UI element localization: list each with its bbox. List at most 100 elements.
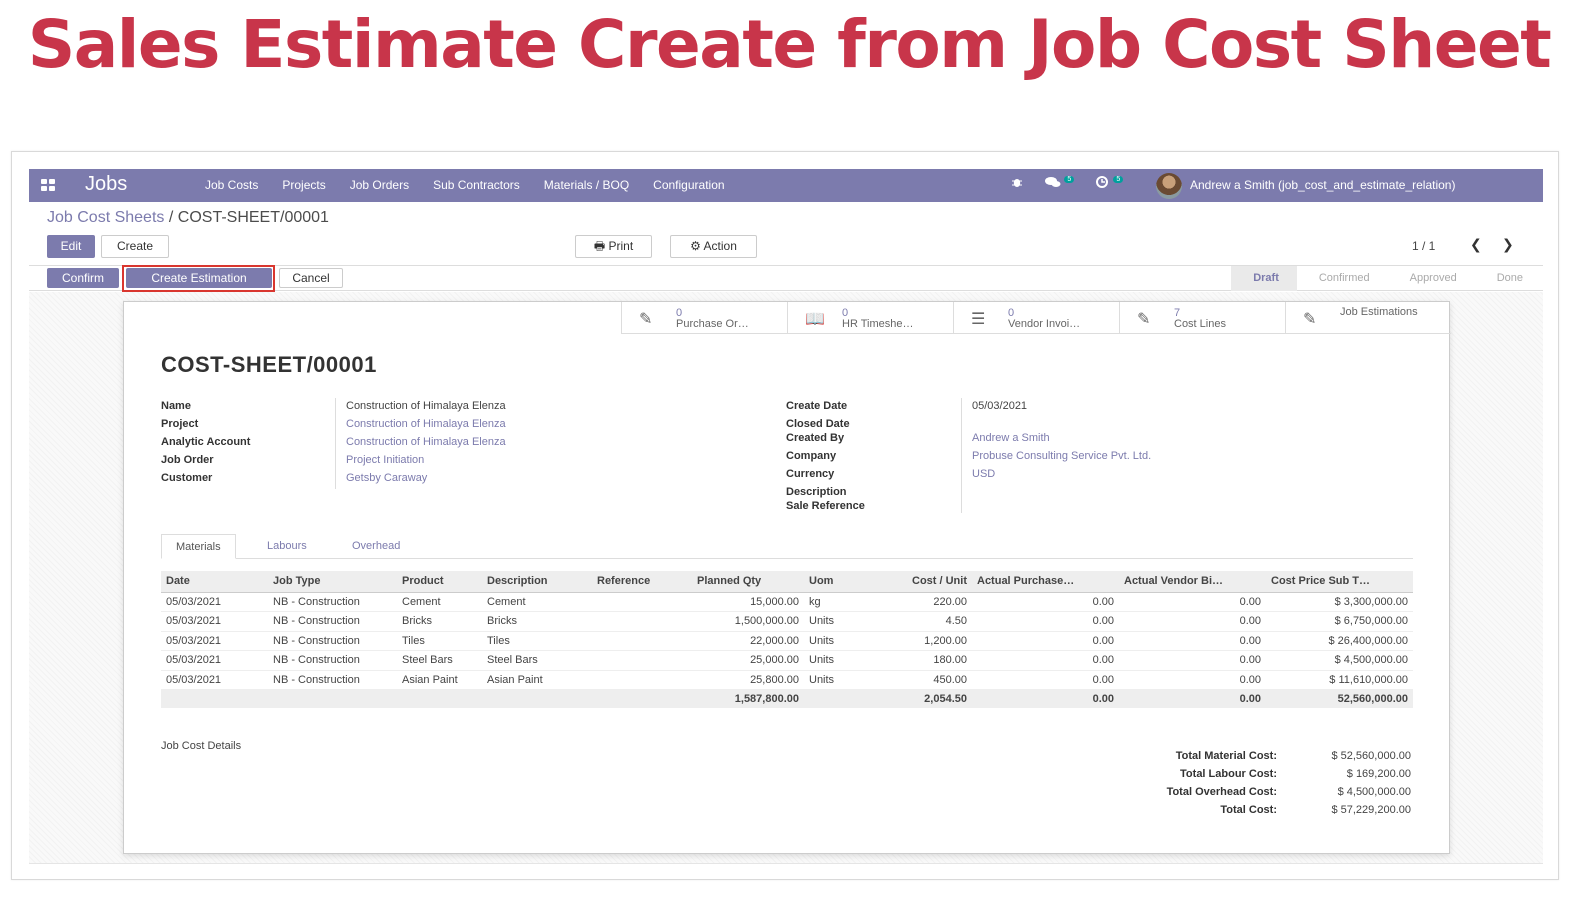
field-label-customer: Customer [161, 472, 213, 484]
smart-button-purchase-orders[interactable]: ✎ 0 Purchase Or… [621, 302, 787, 334]
menu-projects[interactable]: Projects [282, 178, 325, 192]
cell-product: Tiles [397, 631, 482, 651]
field-currency[interactable]: USD [972, 468, 995, 480]
apps-menu-icon[interactable] [41, 178, 55, 192]
field-label-project: Project [161, 418, 199, 430]
stage-done[interactable]: Done [1475, 266, 1541, 291]
smart-button-cost-lines[interactable]: ✎ 7 Cost Lines [1119, 302, 1285, 334]
column-header[interactable]: Actual Purchase… [972, 571, 1119, 593]
stage-draft[interactable]: Draft [1231, 266, 1297, 291]
menu-job-costs[interactable]: Job Costs [205, 178, 258, 192]
cell-date: 05/03/2021 [161, 670, 268, 690]
smart-label: Vendor Invoi… [1008, 318, 1081, 330]
field-analytic-account[interactable]: Construction of Himalaya Elenza [346, 436, 506, 448]
field-created-by[interactable]: Andrew a Smith [972, 432, 1050, 444]
cell-description: Asian Paint [482, 670, 592, 690]
user-name[interactable]: Andrew a Smith (job_cost_and_estimate_re… [1190, 178, 1455, 192]
form-sheet: ✎ 0 Purchase Or… 📖 0 HR Timeshe… ☰ 0 Ven… [123, 301, 1451, 854]
column-header[interactable]: Uom [804, 571, 864, 593]
column-header[interactable]: Cost Price Sub T… [1266, 571, 1413, 593]
confirm-button[interactable]: Confirm [47, 268, 119, 288]
bug-icon[interactable] [1011, 176, 1023, 191]
table-row[interactable]: 05/03/2021 NB - Construction Tiles Tiles… [161, 631, 1413, 651]
cell-job-type: NB - Construction [268, 611, 397, 632]
column-header[interactable]: Cost / Unit [864, 571, 972, 593]
cell-date: 05/03/2021 [161, 650, 268, 671]
field-label-description: Description [786, 486, 847, 498]
main-menu: Job Costs Projects Job Orders Sub Contra… [205, 178, 749, 192]
cell-planned-qty: 25,800.00 [692, 670, 804, 690]
field-job-order[interactable]: Project Initiation [346, 454, 424, 466]
cell-subtotal: $ 26,400,000.00 [1266, 631, 1413, 651]
field-label-analytic-account: Analytic Account [161, 436, 251, 448]
field-label-create-date: Create Date [786, 400, 848, 412]
table-row[interactable]: 05/03/2021 NB - Construction Steel Bars … [161, 650, 1413, 671]
menu-materials-boq[interactable]: Materials / BOQ [544, 178, 629, 192]
cell-subtotal: $ 4,500,000.00 [1266, 650, 1413, 671]
record-title: COST-SHEET/00001 [161, 352, 377, 377]
column-header[interactable]: Date [161, 571, 268, 593]
tab-overhead[interactable]: Overhead [338, 534, 414, 559]
total-overhead-cost-label: Total Overhead Cost: [1166, 786, 1277, 798]
chevron-left-icon[interactable]: ❮ [1470, 236, 1482, 253]
cell-actual-purchase: 0.00 [972, 670, 1119, 690]
menu-configuration[interactable]: Configuration [653, 178, 724, 192]
activity-count-badge: 5 [1113, 176, 1124, 183]
chat-icon[interactable]: 5 [1045, 176, 1075, 191]
field-label-company: Company [786, 450, 837, 462]
stage-confirmed[interactable]: Confirmed [1297, 266, 1388, 291]
table-row[interactable]: 05/03/2021 NB - Construction Cement Ceme… [161, 592, 1413, 612]
list-icon: ☰ [971, 311, 986, 328]
create-button[interactable]: Create [101, 235, 169, 258]
table-header-row: Date Job Type Product Description Refere… [161, 571, 1413, 593]
field-company[interactable]: Probuse Consulting Service Pvt. Ltd. [972, 450, 1151, 462]
menu-sub-contractors[interactable]: Sub Contractors [433, 178, 520, 192]
total-cell [161, 689, 268, 708]
field-name: Construction of Himalaya Elenza [346, 400, 506, 412]
column-header[interactable]: Description [482, 571, 592, 593]
column-header[interactable]: Planned Qty [692, 571, 804, 593]
field-project[interactable]: Construction of Himalaya Elenza [346, 418, 506, 430]
breadcrumb-parent[interactable]: Job Cost Sheets [47, 209, 164, 226]
cell-subtotal: $ 6,750,000.00 [1266, 611, 1413, 632]
cell-actual-purchase: 0.00 [972, 631, 1119, 651]
print-icon: 🖶 [593, 239, 606, 253]
gear-icon: ⚙ [690, 239, 701, 253]
chevron-right-icon[interactable]: ❯ [1502, 236, 1514, 253]
column-header[interactable]: Product [397, 571, 482, 593]
cell-uom: kg [804, 592, 864, 612]
column-header[interactable]: Reference [592, 571, 692, 593]
edit-button[interactable]: Edit [47, 235, 95, 258]
activity-icon[interactable]: 5 [1096, 176, 1124, 191]
top-navbar: Jobs Job Costs Projects Job Orders Sub C… [29, 169, 1543, 202]
cell-actual-purchase: 0.00 [972, 611, 1119, 632]
smart-button-hr-timesheets[interactable]: 📖 0 HR Timeshe… [787, 302, 953, 334]
job-cost-details-label: Job Cost Details [161, 740, 242, 752]
cell-product: Asian Paint [397, 670, 482, 690]
print-button[interactable]: 🖶 Print [575, 235, 652, 258]
total-cell [592, 689, 692, 708]
tab-labours[interactable]: Labours [253, 534, 321, 559]
edit-icon: ✎ [1137, 311, 1151, 328]
cell-reference [592, 631, 692, 651]
cell-uom: Units [804, 670, 864, 690]
tab-materials[interactable]: Materials [161, 534, 236, 559]
action-button[interactable]: ⚙ Action [670, 235, 757, 258]
app-name[interactable]: Jobs [85, 173, 127, 196]
stage-approved[interactable]: Approved [1388, 266, 1475, 291]
total-material-cost-label: Total Material Cost: [1175, 750, 1277, 762]
breadcrumb-separator: / [168, 209, 174, 226]
field-customer[interactable]: Getsby Caraway [346, 472, 427, 484]
user-avatar[interactable] [1156, 173, 1182, 199]
column-header[interactable]: Actual Vendor Bi… [1119, 571, 1266, 593]
breadcrumb-current: COST-SHEET/00001 [177, 209, 329, 226]
smart-button-job-estimations[interactable]: ✎ Job Estimations [1285, 302, 1451, 334]
smart-button-vendor-invoices[interactable]: ☰ 0 Vendor Invoi… [953, 302, 1119, 334]
table-row[interactable]: 05/03/2021 NB - Construction Asian Paint… [161, 670, 1413, 690]
column-header[interactable]: Job Type [268, 571, 397, 593]
cancel-button[interactable]: Cancel [279, 268, 343, 288]
table-row[interactable]: 05/03/2021 NB - Construction Bricks Bric… [161, 611, 1413, 632]
field-label-name: Name [161, 400, 191, 412]
field-create-date: 05/03/2021 [972, 400, 1028, 412]
menu-job-orders[interactable]: Job Orders [350, 178, 409, 192]
